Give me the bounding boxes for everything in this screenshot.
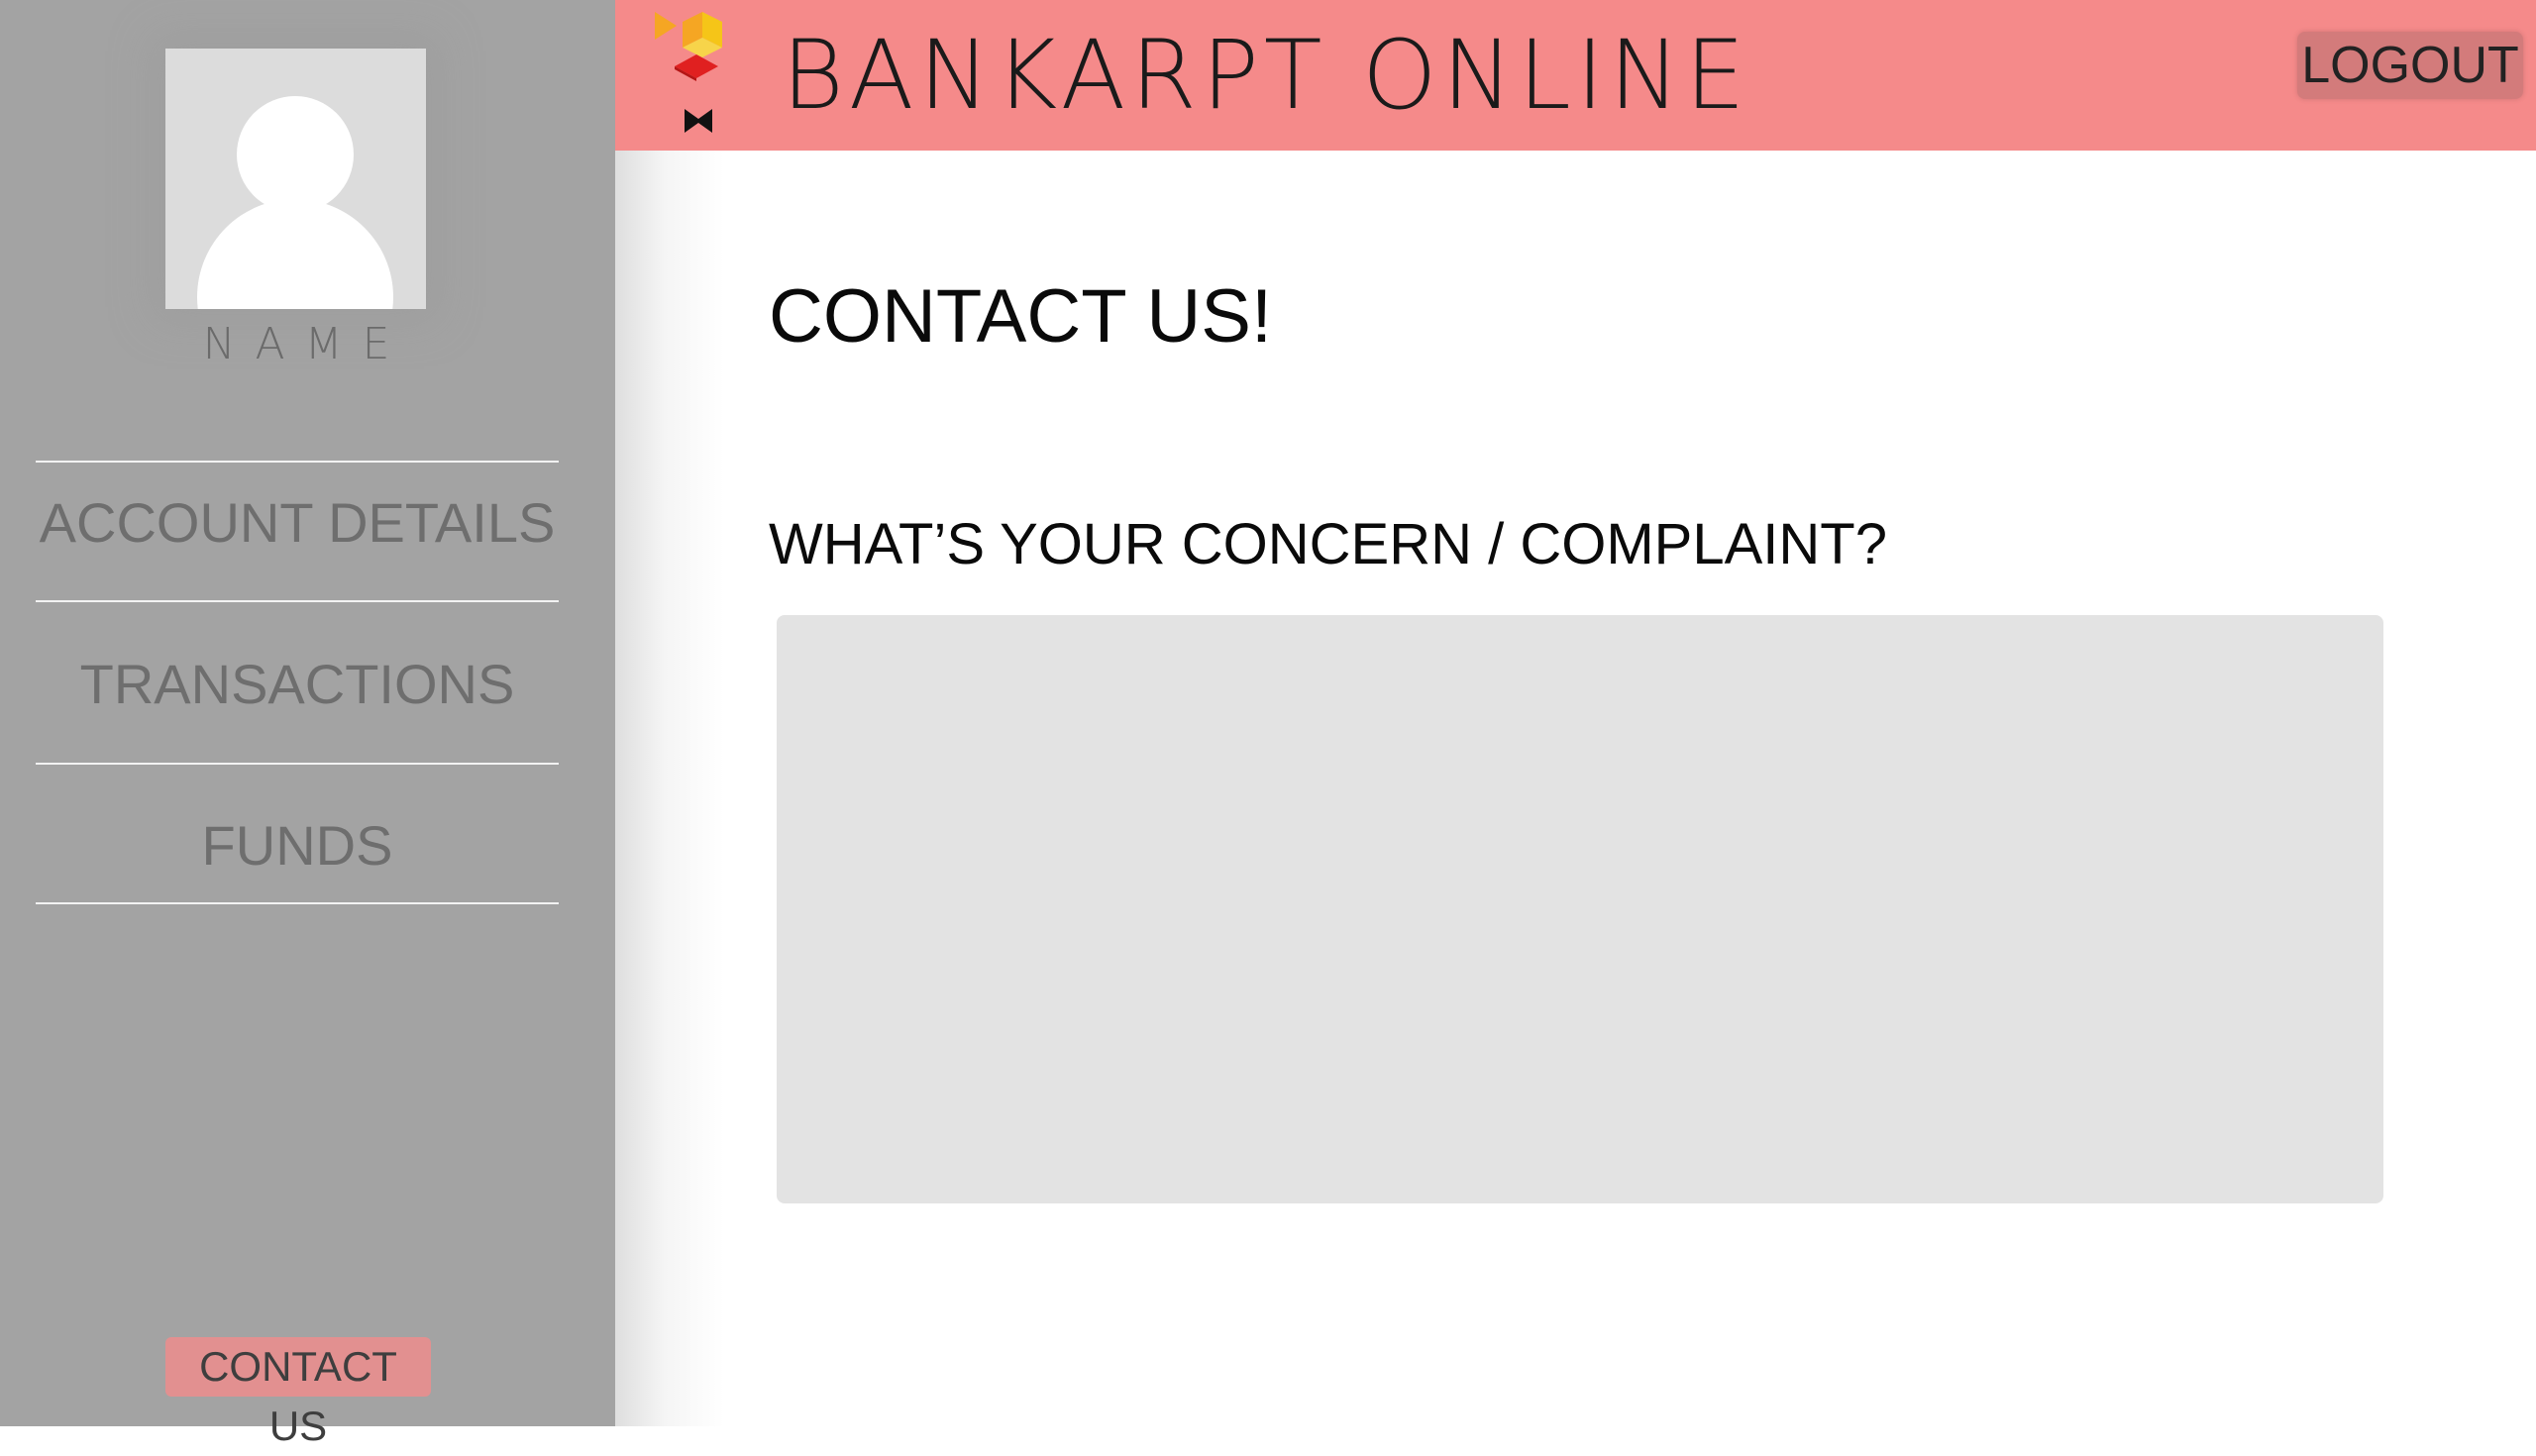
concern-label: WHAT’S YOUR CONCERN / COMPLAINT?: [769, 512, 1887, 576]
sidebar-item-funds[interactable]: FUNDS: [36, 813, 559, 878]
main-content: CONTACT US! WHAT’S YOUR CONCERN / COMPLA…: [615, 151, 2536, 1426]
contact-us-button[interactable]: CONTACT US: [165, 1337, 431, 1449]
page-title: CONTACT US!: [769, 274, 1273, 359]
geometric-bird-bowtie-logo: [655, 12, 722, 133]
nav-divider: [36, 600, 559, 602]
logout-button[interactable]: LOGOUT: [2297, 32, 2523, 99]
brand-title: BANKARPT ONLINE: [782, 20, 1750, 131]
nav-divider: [36, 461, 559, 463]
avatar: [165, 49, 426, 309]
profile-name: NAME: [202, 319, 410, 369]
avatar-head: [237, 96, 354, 213]
header-bar: BANKARPT ONLINE LOGOUT: [615, 0, 2536, 151]
nav-divider: [36, 763, 559, 765]
concern-textarea[interactable]: [777, 615, 2383, 1203]
sidebar-item-account-details[interactable]: ACCOUNT DETAILS: [36, 490, 559, 555]
logo-red-facet: [675, 54, 718, 78]
avatar-body: [197, 199, 393, 309]
logo-bowtie: [685, 109, 712, 133]
nav-divider: [36, 902, 559, 904]
sidebar: NAME ACCOUNT DETAILS TRANSACTIONS FUNDS …: [0, 0, 615, 1449]
logo-beak: [655, 12, 677, 40]
sidebar-item-transactions[interactable]: TRANSACTIONS: [36, 652, 559, 716]
